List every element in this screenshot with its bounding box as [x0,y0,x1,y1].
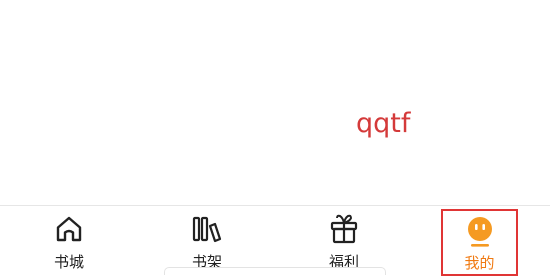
profile-face-icon [463,214,497,248]
tab-mine[interactable]: 我的 [441,209,518,276]
tab-bookstore[interactable]: 书城 [24,212,114,274]
tab-mine-label: 我的 [464,254,495,272]
main-content: qqtf [0,0,550,205]
home-icon [52,212,86,246]
bookshelf-icon [190,212,224,246]
tab-welfare[interactable]: 福利 [299,212,389,274]
bottom-tab-bar: 书城 书架 福利 我的 [0,205,550,276]
tab-bookshelf[interactable]: 书架 [162,212,252,274]
home-indicator [164,267,386,275]
annotation-text: qqtf [356,108,411,139]
tab-bookstore-label: 书城 [53,253,84,271]
gift-icon [327,212,361,246]
